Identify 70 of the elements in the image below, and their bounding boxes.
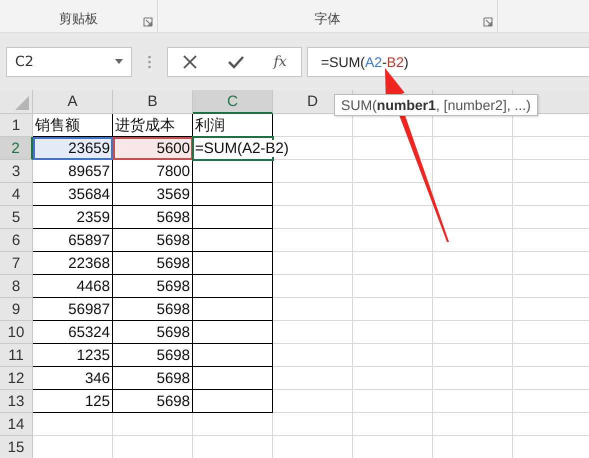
table-cell[interactable]: 65897 [33,229,113,252]
row-header[interactable]: 13 [0,390,33,413]
row-header[interactable]: 12 [0,367,33,390]
table-cell[interactable]: 5698 [113,344,193,367]
row-header[interactable]: 4 [0,183,33,206]
table-cell[interactable] [193,275,273,298]
dropdown-caret-icon [115,59,123,64]
row-header[interactable]: 7 [0,252,33,275]
column-header[interactable]: C [193,90,273,114]
table-cell[interactable] [193,390,273,413]
table-cell[interactable]: 5698 [113,252,193,275]
row-header[interactable]: 6 [0,229,33,252]
table-cell[interactable]: 5698 [113,275,193,298]
triangle-icon [15,96,29,110]
table-cell[interactable]: 35684 [33,183,113,206]
insert-function-button[interactable]: fx [270,50,291,72]
row-header[interactable]: 2 [0,137,33,160]
table-cell[interactable] [193,252,273,275]
table-cell[interactable]: 利润 [193,114,273,137]
grip-icon[interactable] [148,54,151,68]
row-header[interactable]: 10 [0,321,33,344]
table-cell[interactable]: 22368 [33,252,113,275]
table-cell[interactable]: 346 [33,367,113,390]
ribbon-group-label: 字体 [314,11,340,28]
table-cell[interactable] [193,344,273,367]
table-cell[interactable]: 5698 [113,298,193,321]
row-header[interactable]: 3 [0,160,33,183]
row-header[interactable]: 9 [0,298,33,321]
cell-text: =SUM(A2-B2) [195,140,289,157]
table-cell[interactable] [193,367,273,390]
row-header[interactable]: 15 [0,436,33,458]
table-cell[interactable] [193,298,273,321]
row-header[interactable]: 14 [0,413,33,436]
table-cell[interactable]: 5698 [113,321,193,344]
checkmark-icon [226,54,245,70]
table-cell[interactable]: 56987 [33,298,113,321]
table-cell[interactable]: 7800 [113,160,193,183]
table-cell[interactable] [193,321,273,344]
table-cell[interactable]: 5698 [113,229,193,252]
table-cell[interactable]: 5698 [113,390,193,413]
table-cell[interactable]: 5698 [113,206,193,229]
table-cell[interactable]: 4468 [33,275,113,298]
table-cell[interactable]: 65324 [33,321,113,344]
function-tooltip: SUM(number1, [number2], ...) [334,94,538,116]
table-cell[interactable] [193,183,273,206]
table-cell[interactable] [193,229,273,252]
dialog-launcher-icon[interactable] [483,17,493,27]
row-header[interactable]: 1 [0,114,33,137]
row-header[interactable]: 11 [0,344,33,367]
ribbon-group-label: 剪贴板 [59,11,98,28]
table-cell[interactable]: 5698 [113,367,193,390]
table-cell[interactable]: 销售额 [33,114,113,137]
row-header[interactable]: 5 [0,206,33,229]
table-cell[interactable]: 2359 [33,206,113,229]
table-cell[interactable] [193,160,273,183]
table-cell[interactable]: 125 [33,390,113,413]
name-box[interactable]: C2 [6,46,132,76]
dialog-launcher-icon[interactable] [143,17,153,27]
formula-field[interactable]: =SUM(A2-B2) [307,46,589,76]
column-header[interactable]: B [113,90,193,114]
table-cell[interactable] [193,206,273,229]
close-icon [182,54,198,70]
table-cell[interactable]: 1235 [33,344,113,367]
table-cell[interactable]: 89657 [33,160,113,183]
table-cell[interactable]: 3569 [113,183,193,206]
table-cell[interactable]: 进货成本 [113,114,193,137]
table-cell[interactable]: 23659 [33,137,113,160]
table-cell[interactable]: 5600 [113,137,193,160]
row-header[interactable]: 8 [0,275,33,298]
column-header[interactable]: A [33,90,113,114]
